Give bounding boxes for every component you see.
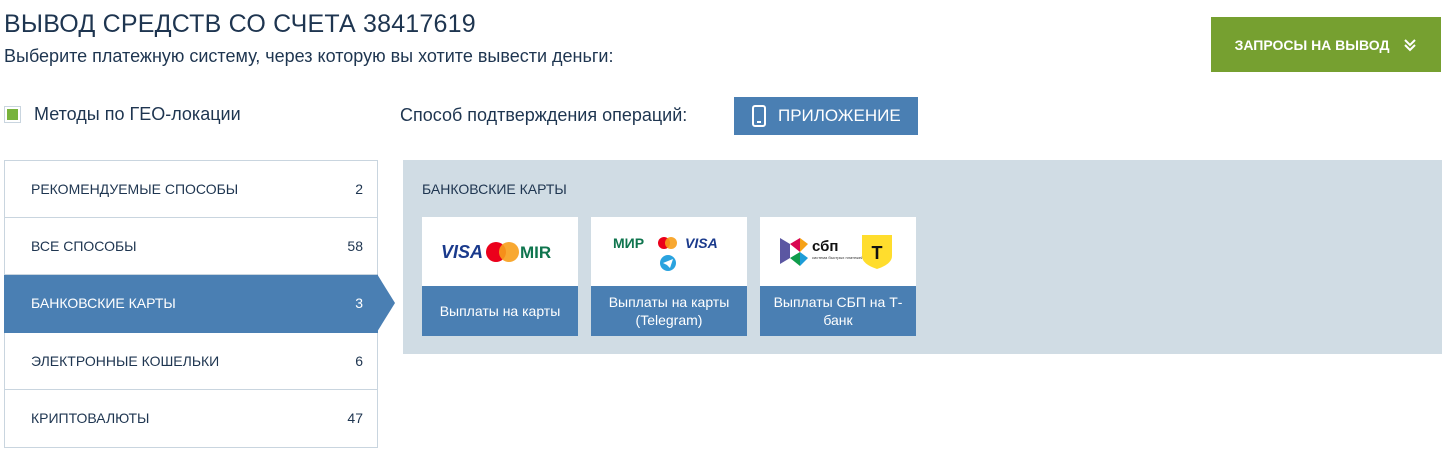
mir-text: МИР bbox=[613, 235, 644, 251]
category-count: 3 bbox=[355, 295, 363, 312]
payment-methods-panel: БАНКОВСКИЕ КАРТЫ VISA MIR Выплаты на кар… bbox=[403, 160, 1442, 354]
withdrawal-requests-button[interactable]: ЗАПРОСЫ НА ВЫВОД bbox=[1211, 17, 1441, 72]
category-label: КРИПТОВАЛЮТЫ bbox=[31, 410, 150, 427]
confirmation-method-label: Способ подтверждения операций: bbox=[400, 105, 688, 125]
method-label: Выплаты на карты bbox=[422, 286, 578, 336]
sbp-text: сбп bbox=[812, 238, 838, 255]
category-e-wallets[interactable]: ЭЛЕКТРОННЫЕ КОШЕЛЬКИ 6 bbox=[4, 332, 378, 390]
category-count: 6 bbox=[355, 352, 363, 369]
checkbox-icon[interactable] bbox=[4, 106, 21, 123]
category-label: ВСЕ СПОСОБЫ bbox=[31, 237, 137, 254]
category-all[interactable]: ВСЕ СПОСОБЫ 58 bbox=[4, 217, 378, 275]
category-label: ЭЛЕКТРОННЫЕ КОШЕЛЬКИ bbox=[31, 352, 220, 369]
visa-mastercard-mir-logo: VISA MIR bbox=[422, 217, 578, 286]
visa-text: VISA bbox=[441, 242, 483, 262]
page-title: ВЫВОД СРЕДСТВ СО СЧЕТА 38417619 bbox=[4, 10, 476, 38]
sbp-subtext: система быстрых платежей bbox=[812, 255, 863, 260]
category-list: РЕКОМЕНДУЕМЫЕ СПОСОБЫ 2 ВСЕ СПОСОБЫ 58 Б… bbox=[4, 160, 395, 448]
category-bank-cards[interactable]: БАНКОВСКИЕ КАРТЫ 3 bbox=[4, 274, 395, 333]
panel-title: БАНКОВСКИЕ КАРТЫ bbox=[422, 181, 567, 197]
category-crypto[interactable]: КРИПТОВАЛЮТЫ 47 bbox=[4, 390, 378, 448]
method-card-sbp-tbank[interactable]: сбп система быстрых платежей Т Выплаты С… bbox=[760, 217, 916, 336]
method-label: Выплаты СБП на Т-банк bbox=[760, 286, 916, 336]
page-subtitle: Выберите платежную систему, через котору… bbox=[4, 46, 614, 66]
category-label: РЕКОМЕНДУЕМЫЕ СПОСОБЫ bbox=[31, 180, 239, 197]
method-label: Выплаты на карты (Telegram) bbox=[591, 286, 747, 336]
tbank-text: Т bbox=[872, 243, 883, 263]
confirmation-app-button[interactable]: ПРИЛОЖЕНИЕ bbox=[734, 97, 918, 135]
mir-text: MIR bbox=[520, 243, 551, 262]
category-count: 47 bbox=[347, 410, 363, 427]
method-card-cards[interactable]: VISA MIR Выплаты на карты bbox=[422, 217, 578, 336]
visa-text: VISA bbox=[685, 235, 718, 251]
mir-mastercard-visa-telegram-logo: МИР VISA bbox=[591, 217, 747, 286]
withdrawal-requests-label: ЗАПРОСЫ НА ВЫВОД bbox=[1234, 36, 1390, 53]
phone-icon bbox=[752, 105, 766, 127]
category-count: 2 bbox=[355, 180, 363, 197]
geo-methods-checkbox[interactable]: Методы по ГЕО-локации bbox=[4, 104, 241, 125]
category-recommended[interactable]: РЕКОМЕНДУЕМЫЕ СПОСОБЫ 2 bbox=[4, 160, 378, 218]
double-chevron-down-icon bbox=[1404, 38, 1417, 51]
category-count: 58 bbox=[347, 237, 363, 254]
method-card-cards-telegram[interactable]: МИР VISA Выплаты на карты (Telegram) bbox=[591, 217, 747, 336]
confirmation-app-label: ПРИЛОЖЕНИЕ bbox=[778, 106, 901, 125]
category-label: БАНКОВСКИЕ КАРТЫ bbox=[31, 295, 176, 312]
geo-methods-label: Методы по ГЕО-локации bbox=[34, 104, 241, 124]
sbp-tbank-logo: сбп система быстрых платежей Т bbox=[760, 217, 916, 286]
